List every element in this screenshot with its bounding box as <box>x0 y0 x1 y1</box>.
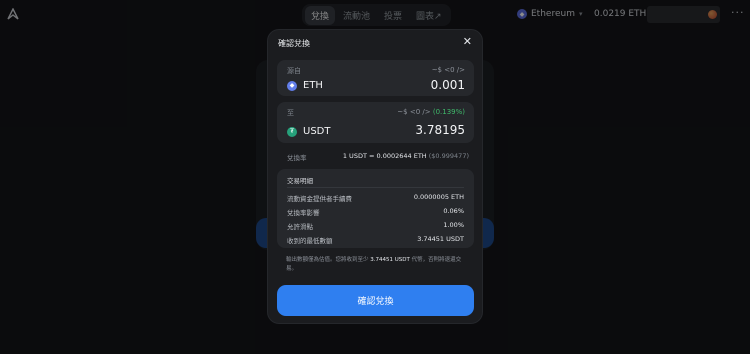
to-token-box: 至 ~$ <0 /> (0.139%) ₮ USDT 3.78195 <box>277 102 474 143</box>
estimate-note: 輸出數額僅為估值。您將收到至少 3.74451 USDT 代幣，否則將退還交易。 <box>286 257 462 272</box>
eth-token-icon: ◆ <box>287 80 297 91</box>
from-token-box: 源自 ~$ <0 /> ◆ ETH 0.001 <box>277 60 474 96</box>
exchange-rate-value: 1 USDT = 0.0002644 ETH ($0.999477) <box>342 152 469 160</box>
exchange-rate-label: 兌換率 <box>287 154 307 162</box>
details-title: 交易明細 <box>287 177 313 185</box>
confirm-swap-modal: 確認兌換 ✕ 源自 ~$ <0 /> ◆ ETH 0.001 ↓ 至 ~$ <0… <box>267 29 483 324</box>
close-icon[interactable]: ✕ <box>463 35 472 48</box>
confirm-swap-button[interactable]: 確認兌換 <box>277 285 474 316</box>
to-token: ₮ USDT <box>287 126 330 137</box>
from-amount: 0.001 <box>430 78 465 92</box>
divider <box>287 187 464 188</box>
to-amount: 3.78195 <box>415 123 465 137</box>
from-token-symbol: ETH <box>303 80 323 91</box>
usdt-token-icon: ₮ <box>287 126 297 137</box>
from-token: ◆ ETH <box>287 80 323 91</box>
price-impact-percent: (0.139%) <box>432 108 465 116</box>
to-token-symbol: USDT <box>303 126 331 137</box>
to-label: 至 <box>287 109 294 117</box>
transaction-details: 交易明細 流動資金提供者手續費 0.0000005 ETH 兌換率影響 0.06% … <box>277 169 474 248</box>
from-label: 源自 <box>287 67 301 75</box>
from-usd-value: ~$ <0 /> <box>431 66 465 74</box>
to-usd-value: ~$ <0 /> (0.139%) <box>397 108 465 116</box>
modal-title: 確認兌換 <box>278 39 310 48</box>
